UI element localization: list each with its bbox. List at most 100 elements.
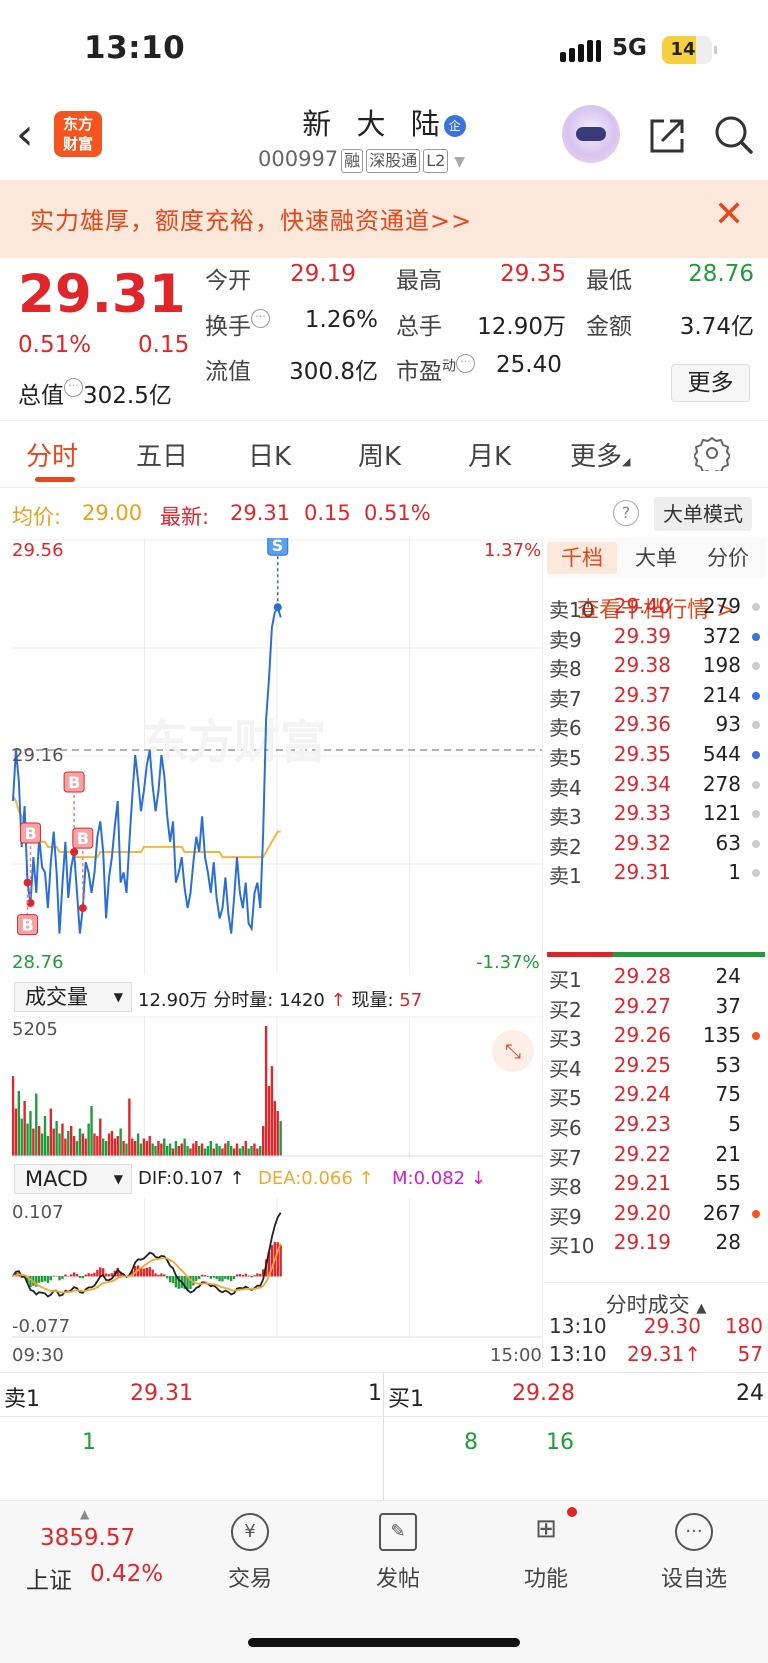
bid-row[interactable]: 买4 29.25 53 bbox=[543, 1053, 768, 1083]
turnover-value: 1.26% bbox=[304, 307, 378, 333]
ask-row[interactable]: 卖8 29.38 198 bbox=[543, 653, 768, 683]
bid-row[interactable]: 买7 29.22 21 bbox=[543, 1142, 768, 1172]
dropdown-icon[interactable]: ▼ bbox=[454, 154, 465, 170]
macd-bar bbox=[232, 1276, 236, 1280]
tab-big-orders[interactable]: 大单 bbox=[621, 542, 691, 574]
nav-watchlist[interactable]: ··· 设自选 bbox=[649, 1513, 739, 1593]
tab-monthly-k[interactable]: 月K bbox=[468, 436, 511, 473]
ask-qty: 372 bbox=[702, 623, 741, 648]
intraday-chart[interactable]: 东方财富 B B B B S bbox=[12, 538, 542, 974]
volume-bar bbox=[180, 1143, 183, 1156]
bid-row[interactable]: 买2 29.27 37 bbox=[543, 994, 768, 1024]
ask-row[interactable]: 卖6 29.36 93 bbox=[543, 712, 768, 742]
ask-row[interactable]: 卖2 29.32 63 bbox=[543, 831, 768, 861]
index-value[interactable]: 3859.57 bbox=[40, 1525, 135, 1551]
assistant-robot-icon[interactable] bbox=[562, 105, 620, 163]
home-indicator bbox=[248, 1638, 520, 1647]
ask-row[interactable]: 卖7 29.37 214 bbox=[543, 683, 768, 713]
tab-weekly-k[interactable]: 周K bbox=[358, 436, 401, 473]
bid-row[interactable]: 买5 29.24 75 bbox=[543, 1082, 768, 1112]
strip-buy-qty: 24 bbox=[736, 1381, 764, 1406]
volume-bar bbox=[52, 1128, 55, 1156]
bid-row[interactable]: 买10 29.19 28 bbox=[543, 1230, 768, 1260]
macd-select[interactable]: MACD ▼ bbox=[14, 1164, 132, 1194]
ask-qty: 1 bbox=[728, 860, 741, 885]
stock-code-row[interactable]: 000997 融深股通 L2 ▼ bbox=[258, 147, 465, 173]
bid-ask-ratio-bar bbox=[547, 952, 765, 957]
volume-bar bbox=[113, 1138, 117, 1156]
bid-row[interactable]: 买1 29.28 24 bbox=[543, 964, 768, 994]
volume-bar bbox=[69, 1126, 73, 1156]
macd-low-label: -0.077 bbox=[12, 1316, 71, 1337]
volume-bar bbox=[261, 1126, 265, 1156]
ask-row[interactable]: 卖9 29.39 372 bbox=[543, 624, 768, 654]
ask-row[interactable]: 卖3 29.33 121 bbox=[543, 801, 768, 831]
gear-icon[interactable] bbox=[694, 435, 730, 471]
bid-price: 29.25 bbox=[613, 1052, 671, 1077]
trade-price: 29.31↑ bbox=[626, 1342, 701, 1366]
macd-chart bbox=[12, 1198, 542, 1338]
volume-bar bbox=[116, 1136, 119, 1156]
share-icon[interactable] bbox=[648, 117, 686, 155]
search-icon[interactable] bbox=[714, 115, 754, 155]
volume-bar bbox=[195, 1141, 198, 1156]
big-order-mode-button[interactable]: 大单模式 bbox=[654, 497, 752, 531]
macd-bar bbox=[84, 1274, 87, 1277]
sell-marker-label: S bbox=[272, 538, 284, 555]
index-name[interactable]: 上证 bbox=[26, 1561, 72, 1595]
marker-point bbox=[78, 904, 87, 913]
current-price: 29.31 bbox=[18, 264, 186, 325]
ask-row[interactable]: 卖10 29.40 279 bbox=[543, 594, 768, 624]
ask-row[interactable]: 卖5 29.35 544 bbox=[543, 742, 768, 772]
tab-intraday[interactable]: 分时 bbox=[26, 436, 78, 473]
bid-row[interactable]: 买9 29.20 267 bbox=[543, 1201, 768, 1231]
macd-bar bbox=[250, 1276, 253, 1278]
order-dot bbox=[752, 691, 760, 700]
ask-row[interactable]: 卖1 29.31 1 bbox=[543, 860, 768, 890]
tab-more[interactable]: 更多◢ bbox=[570, 436, 630, 473]
nav-functions[interactable]: ⊞ 功能 bbox=[501, 1507, 591, 1593]
volume-bar bbox=[154, 1146, 157, 1156]
nav-trade[interactable]: ¥ 交易 bbox=[205, 1513, 295, 1593]
low-value: 28.76 bbox=[688, 261, 754, 287]
bid-price: 29.19 bbox=[613, 1230, 671, 1255]
ask-level: 卖6 bbox=[549, 716, 582, 741]
more-button[interactable]: 更多 bbox=[671, 364, 750, 402]
volume-bar bbox=[125, 1143, 128, 1156]
promo-banner[interactable]: 实力雄厚，额度充裕，快速融资通道>> ✕ bbox=[0, 180, 768, 258]
tab-5day[interactable]: 五日 bbox=[136, 436, 188, 473]
volume-bar bbox=[20, 1118, 23, 1156]
tab-depth[interactable]: 千档 bbox=[547, 542, 617, 574]
bid-row[interactable]: 买8 29.21 55 bbox=[543, 1171, 768, 1201]
volume-bar bbox=[256, 1148, 259, 1156]
order-dot bbox=[752, 751, 760, 759]
expand-up-icon[interactable]: ▲ bbox=[80, 1507, 89, 1521]
macd-bar bbox=[64, 1274, 67, 1277]
volume-bar bbox=[23, 1101, 26, 1156]
macd-bar bbox=[90, 1273, 93, 1277]
index-pct[interactable]: 0.42% bbox=[90, 1561, 163, 1587]
bid-row[interactable]: 买6 29.23 5 bbox=[543, 1112, 768, 1142]
amount-value: 3.74亿 bbox=[679, 314, 754, 340]
expand-icon[interactable]: ⤡ bbox=[492, 1030, 534, 1072]
volume-bar bbox=[93, 1133, 96, 1156]
volume-bar bbox=[133, 1141, 137, 1156]
help-icon[interactable]: ? bbox=[613, 500, 639, 526]
bid-row[interactable]: 买3 29.26 135 bbox=[543, 1023, 768, 1053]
macd-bar bbox=[241, 1274, 245, 1277]
ask-level: 卖8 bbox=[549, 657, 582, 682]
battery-icon: 14 bbox=[662, 36, 717, 64]
bid-level: 买4 bbox=[549, 1056, 582, 1081]
enterprise-badge: 企 bbox=[443, 115, 466, 137]
nav-post[interactable]: ✎ 发帖 bbox=[353, 1513, 443, 1593]
tab-daily-k[interactable]: 日K bbox=[248, 436, 291, 473]
volume-bar bbox=[168, 1143, 172, 1156]
close-icon[interactable]: ✕ bbox=[714, 194, 744, 235]
divider bbox=[383, 1372, 384, 1500]
ask-row[interactable]: 卖4 29.34 278 bbox=[543, 772, 768, 802]
queue-qty: 1 bbox=[82, 1430, 96, 1455]
tab-price-dist[interactable]: 分价 bbox=[693, 542, 763, 574]
indicator-select[interactable]: 成交量 ▼ bbox=[14, 982, 132, 1012]
info-icon: ··· bbox=[251, 309, 270, 328]
notification-dot bbox=[567, 1507, 577, 1517]
